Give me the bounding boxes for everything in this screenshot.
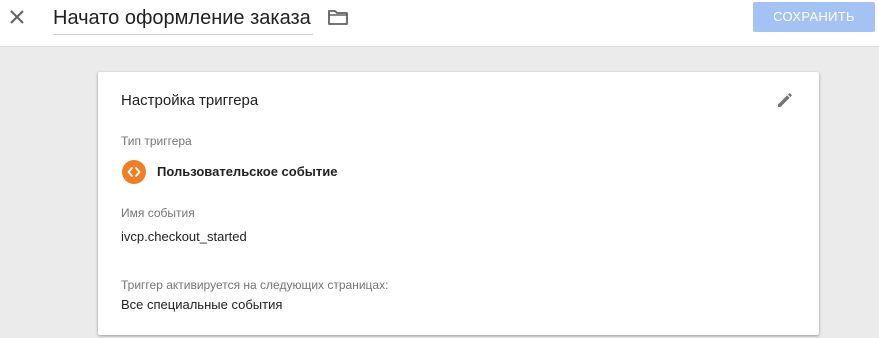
folder-button[interactable]	[327, 8, 349, 26]
trigger-config-card[interactable]: Настройка триггера Тип триггера Пользова…	[98, 72, 819, 335]
folder-icon	[328, 10, 348, 25]
edit-button[interactable]	[774, 89, 796, 111]
page-title[interactable]: Начато оформление заказа	[53, 7, 311, 29]
fires-on-label: Триггер активируется на следующих страни…	[121, 278, 389, 292]
trigger-type-label: Тип триггера	[121, 134, 192, 148]
title-field[interactable]: Начато оформление заказа	[53, 4, 313, 35]
trigger-type-value: Пользовательское событие	[157, 164, 338, 179]
event-name-label: Имя события	[121, 206, 195, 220]
card-title: Настройка триггера	[121, 92, 259, 109]
save-button[interactable]: СОХРАНИТЬ	[753, 2, 875, 32]
fires-on-value: Все специальные события	[121, 297, 283, 312]
pencil-icon	[778, 93, 792, 107]
top-bar: Начато оформление заказа СОХРАНИТЬ	[0, 0, 879, 47]
event-name-value: ivcp.checkout_started	[121, 229, 247, 244]
custom-event-icon	[122, 160, 146, 184]
close-icon	[10, 10, 24, 24]
close-button[interactable]	[6, 6, 28, 28]
